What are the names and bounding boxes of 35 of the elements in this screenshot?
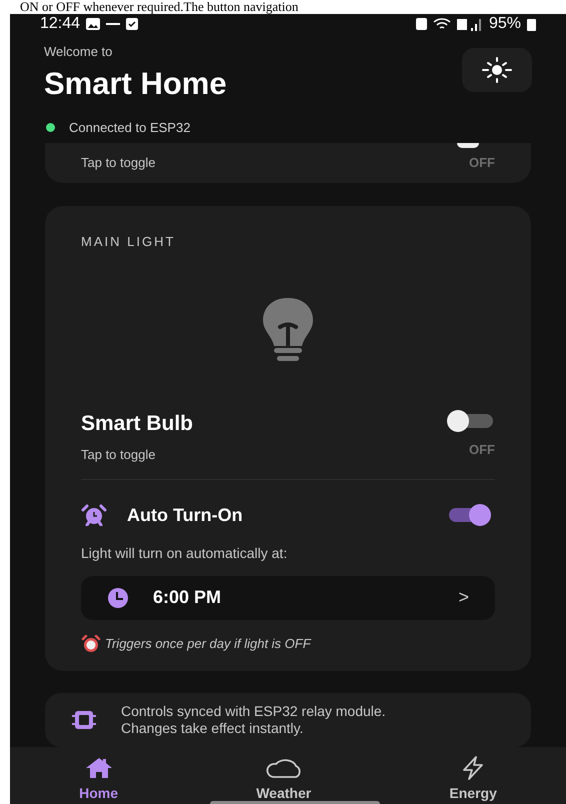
dash-icon xyxy=(106,22,120,26)
auto-description: Light will turn on automatically at: xyxy=(81,544,288,563)
nav-tab[interactable]: Energy xyxy=(449,755,497,804)
trigger-note: Triggers once per day if light is OFF xyxy=(105,634,311,653)
device-name: Smart Bulb xyxy=(81,410,194,437)
clock-icon xyxy=(107,586,129,609)
toggle-switch[interactable] xyxy=(447,410,495,432)
info-text: Controls synced with ESP32 relay module. Changes take effect instantly. xyxy=(121,703,386,738)
check-box-icon xyxy=(126,18,138,30)
app-title: Smart Home xyxy=(44,64,227,102)
signal-icon xyxy=(456,18,483,30)
time-picker[interactable]: 6:00 PM > xyxy=(81,576,495,620)
caption: ON or OFF whenever required.The button navigation xyxy=(19,0,300,14)
alarm-clock-icon xyxy=(81,634,101,653)
gallery-icon xyxy=(86,18,100,30)
wifi-icon xyxy=(432,18,451,30)
battery-icon xyxy=(527,18,536,30)
nav-tab[interactable]: Home xyxy=(79,755,118,804)
chevron: > xyxy=(458,586,469,610)
toggle-hint: Tap to toggle xyxy=(81,446,156,464)
toggle-thumb[interactable] xyxy=(457,143,479,148)
section-label: MAIN LIGHT xyxy=(81,233,176,252)
nav-tab[interactable]: Weather xyxy=(256,755,312,804)
sun-icon xyxy=(480,57,514,83)
battery-level: 95% xyxy=(488,14,521,34)
theme-button[interactable] xyxy=(462,48,532,92)
connection-status: Connected to ESP32 xyxy=(69,118,190,136)
home-icon xyxy=(84,756,114,780)
status-time: 12:44 xyxy=(40,14,80,34)
alarm-clock-icon xyxy=(81,504,107,526)
fan-state: OFF xyxy=(469,154,495,172)
welcome-text: Welcome to xyxy=(44,43,114,61)
auto-label: Auto Turn-On xyxy=(127,504,243,527)
fan-hint: Tap to toggle xyxy=(81,154,156,172)
light-state: OFF xyxy=(469,440,495,459)
